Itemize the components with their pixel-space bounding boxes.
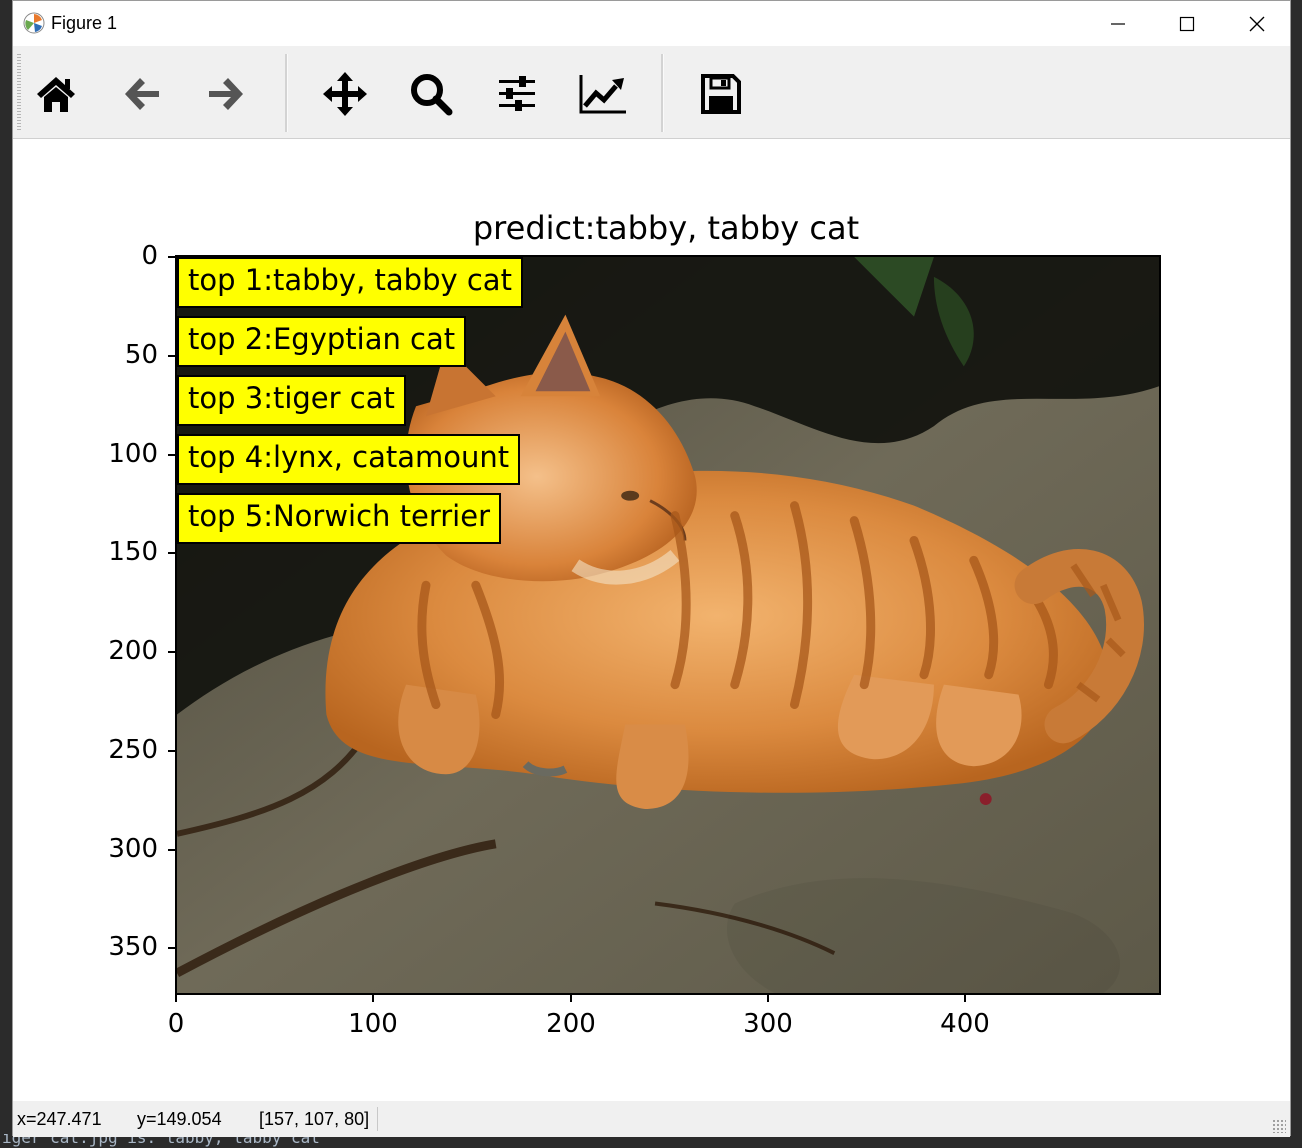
toolbar-separator bbox=[661, 54, 664, 132]
x-tick-label: 400 bbox=[940, 1009, 990, 1039]
y-tick-mark bbox=[168, 552, 175, 554]
chart-line-icon bbox=[579, 75, 626, 114]
toolbar-grip[interactable] bbox=[17, 54, 21, 132]
edit-axis-button[interactable] bbox=[577, 68, 629, 120]
background-terminal-left bbox=[0, 0, 12, 1148]
x-tick-mark bbox=[964, 995, 966, 1002]
prediction-label-top3: top 3:tiger cat bbox=[177, 375, 406, 426]
y-tick-label: 50 bbox=[124, 340, 158, 370]
x-tick-mark bbox=[175, 995, 177, 1002]
background-terminal-right bbox=[1290, 0, 1302, 1148]
move-icon bbox=[323, 72, 367, 116]
status-separator bbox=[377, 1107, 378, 1131]
floppy-disk-icon bbox=[701, 74, 741, 114]
y-tick-mark bbox=[168, 651, 175, 653]
cursor-y-readout: y=149.054 bbox=[137, 1109, 222, 1129]
x-tick-mark bbox=[767, 995, 769, 1002]
back-button[interactable] bbox=[116, 68, 168, 120]
y-tick-mark bbox=[168, 750, 175, 752]
y-tick-mark bbox=[168, 947, 175, 949]
y-tick-mark bbox=[168, 849, 175, 851]
close-icon bbox=[1249, 16, 1265, 31]
axes-area[interactable]: top 1:tabby, tabby cat top 2:Egyptian ca… bbox=[175, 255, 1161, 995]
close-button[interactable] bbox=[1222, 1, 1292, 46]
x-tick-mark bbox=[570, 995, 572, 1002]
y-tick-label: 150 bbox=[108, 537, 158, 567]
y-tick-mark bbox=[168, 256, 175, 258]
x-tick-label: 0 bbox=[167, 1009, 185, 1039]
pixel-value-readout: [157, 107, 80] bbox=[259, 1109, 370, 1129]
pan-button[interactable] bbox=[319, 68, 371, 120]
zoom-button[interactable] bbox=[405, 68, 457, 120]
maximize-icon bbox=[1179, 16, 1195, 31]
y-tick-label: 0 bbox=[141, 241, 158, 271]
home-icon bbox=[37, 77, 75, 112]
y-tick-label: 350 bbox=[108, 932, 158, 962]
resize-grip[interactable] bbox=[1272, 1119, 1286, 1133]
maximize-button[interactable] bbox=[1152, 1, 1222, 46]
prediction-label-top5: top 5:Norwich terrier bbox=[177, 493, 502, 544]
cat-photo-image bbox=[177, 257, 1159, 993]
x-tick-label: 200 bbox=[546, 1009, 596, 1039]
y-tick-label: 100 bbox=[108, 439, 158, 469]
magnifier-icon bbox=[411, 74, 453, 116]
y-tick-label: 250 bbox=[108, 735, 158, 765]
plot-title: predict:tabby, tabby cat bbox=[472, 209, 860, 247]
save-button[interactable] bbox=[695, 68, 747, 120]
arrow-right-icon bbox=[209, 78, 243, 110]
x-tick-label: 300 bbox=[743, 1009, 793, 1039]
navigation-toolbar bbox=[13, 46, 1290, 139]
home-button[interactable] bbox=[30, 68, 82, 120]
figure-window: Figure 1 predict:tabby, tabby cat top 1:… bbox=[12, 0, 1291, 1137]
sliders-icon bbox=[499, 76, 535, 111]
y-tick-label: 200 bbox=[108, 636, 158, 666]
x-tick-mark bbox=[372, 995, 374, 1002]
toolbar-separator bbox=[285, 54, 288, 132]
window-title: Figure 1 bbox=[51, 13, 118, 33]
minimize-button[interactable] bbox=[1083, 1, 1153, 46]
prediction-label-top1: top 1:tabby, tabby cat bbox=[177, 257, 523, 308]
y-tick-label: 300 bbox=[108, 834, 158, 864]
configure-subplots-button[interactable] bbox=[491, 68, 543, 120]
y-tick-mark bbox=[168, 355, 175, 357]
x-tick-label: 100 bbox=[348, 1009, 398, 1039]
minimize-icon bbox=[1111, 22, 1125, 25]
matplotlib-logo-icon bbox=[23, 12, 45, 34]
figure-canvas[interactable]: predict:tabby, tabby cat top 1:tabby, ta… bbox=[13, 139, 1290, 1101]
status-bar: x=247.471 y=149.054 [157, 107, 80] bbox=[13, 1101, 1290, 1137]
title-bar[interactable]: Figure 1 bbox=[13, 1, 1290, 46]
forward-button[interactable] bbox=[200, 68, 252, 120]
cursor-x-readout: x=247.471 bbox=[17, 1109, 102, 1129]
y-tick-mark bbox=[168, 454, 175, 456]
arrow-left-icon bbox=[125, 78, 159, 110]
prediction-label-top2: top 2:Egyptian cat bbox=[177, 316, 467, 367]
prediction-label-top4: top 4:lynx, catamount bbox=[177, 434, 521, 485]
